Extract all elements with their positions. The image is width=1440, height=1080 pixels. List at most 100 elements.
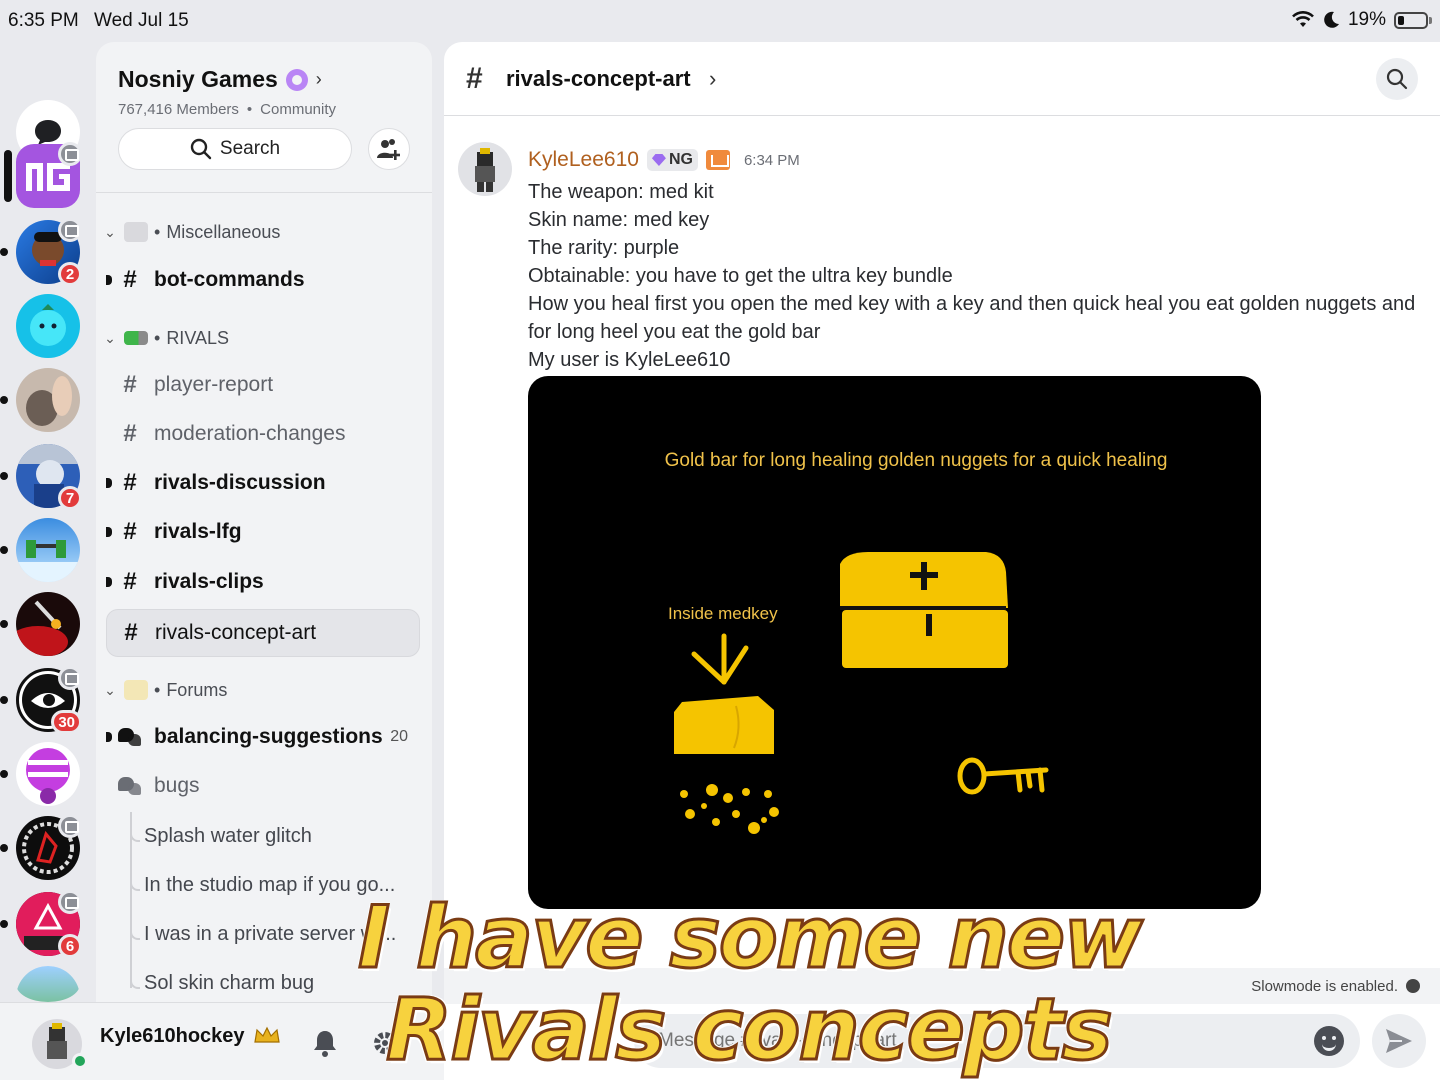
server-icon-8[interactable]: 30 bbox=[0, 666, 82, 734]
author-name[interactable]: KyleLee610 bbox=[528, 148, 639, 172]
mention-badge: 6 bbox=[58, 934, 82, 958]
channel-rivals-clips[interactable]: # rivals-clips bbox=[106, 560, 420, 604]
server-icon-3[interactable] bbox=[16, 294, 80, 358]
channel-search-button[interactable] bbox=[1376, 58, 1418, 100]
channel-moderation-changes[interactable]: # moderation-changes bbox=[106, 412, 420, 456]
thread-studio-map[interactable]: In the studio map if you go... bbox=[144, 863, 424, 907]
channel-rivals-concept-art[interactable]: # rivals-concept-art bbox=[106, 609, 420, 657]
chevron-right-icon[interactable]: › bbox=[709, 66, 716, 92]
thread-label: I was in a private server wi... bbox=[144, 922, 397, 945]
channel-rivals-lfg[interactable]: # rivals-lfg bbox=[106, 510, 420, 554]
chevron-down-icon: ⌄ bbox=[104, 329, 116, 346]
category-rivals[interactable]: ⌄ • RIVALS bbox=[102, 324, 229, 352]
thread-label: Sol skin charm bug bbox=[144, 971, 315, 994]
role-icon bbox=[705, 150, 730, 170]
guild-header[interactable]: Nosniy Games › 767,416 Members • Community bbox=[118, 66, 336, 118]
server-icon-2[interactable]: 2 bbox=[0, 218, 82, 286]
thread-splash-water-glitch[interactable]: Splash water glitch bbox=[144, 814, 424, 858]
locked-hash-icon: # bbox=[123, 568, 137, 595]
server-icon-5[interactable]: 7 bbox=[0, 444, 82, 510]
message-line: for long heel you eat the gold bar bbox=[528, 321, 821, 343]
message-input[interactable] bbox=[658, 1026, 1278, 1056]
message-composer[interactable] bbox=[634, 1014, 1360, 1068]
emoji-icon[interactable] bbox=[1314, 1026, 1344, 1056]
battery-tip bbox=[1429, 16, 1432, 24]
message-timestamp: 6:34 PM bbox=[743, 151, 800, 169]
key-drawing bbox=[957, 757, 1049, 795]
thread-count: 20 bbox=[390, 728, 408, 745]
category-miscellaneous[interactable]: ⌄ • Miscellaneous bbox=[102, 218, 280, 246]
golden-nuggets-drawing bbox=[680, 784, 779, 834]
selected-indicator bbox=[4, 150, 12, 202]
thread-sol-skin-charm-bug[interactable]: Sol skin charm bug bbox=[144, 961, 424, 1002]
main-panel: # rivals-concept-art › KyleLee610 NG 6:3… bbox=[444, 42, 1440, 1080]
forum-icon bbox=[118, 775, 142, 797]
server-icon-12[interactable] bbox=[16, 966, 80, 1002]
message-line: The weapon: med kit bbox=[528, 181, 714, 203]
mention-badge: 2 bbox=[58, 262, 82, 286]
gem-icon bbox=[651, 154, 666, 166]
channel-sidebar: Nosniy Games › 767,416 Members • Community… bbox=[96, 42, 432, 1002]
category-label: RIVALS bbox=[166, 327, 230, 348]
unread-pip bbox=[0, 844, 8, 852]
channel-label: bot-commands bbox=[154, 268, 305, 291]
crown-icon bbox=[254, 1026, 280, 1043]
guild-name: Nosniy Games bbox=[118, 66, 278, 92]
gear-icon[interactable] bbox=[372, 1029, 398, 1057]
bell-icon[interactable] bbox=[312, 1029, 338, 1057]
arrow-down-drawing bbox=[691, 633, 749, 685]
battery-icon bbox=[1394, 11, 1428, 29]
status-bar: 6:35 PM Wed Jul 15 19% bbox=[0, 0, 1440, 42]
avatar-art bbox=[26, 376, 72, 426]
search-button[interactable]: Search bbox=[118, 128, 352, 170]
server-icon-nosniy-games[interactable] bbox=[4, 142, 82, 208]
category-forums[interactable]: ⌄ • Forums bbox=[102, 676, 227, 704]
channel-bugs[interactable]: bugs bbox=[106, 764, 420, 808]
meta-dot: • bbox=[246, 101, 253, 118]
server-icon-11[interactable]: 6 bbox=[0, 890, 82, 958]
author-avatar[interactable] bbox=[458, 142, 512, 196]
server-icon-6[interactable] bbox=[0, 518, 80, 582]
server-icon-4[interactable] bbox=[0, 368, 80, 432]
invite-members-button[interactable] bbox=[368, 128, 410, 170]
channel-rivals-discussion[interactable]: # rivals-discussion bbox=[106, 461, 420, 505]
channel-balancing-suggestions[interactable]: balancing-suggestions 20 bbox=[106, 715, 420, 759]
channel-label: moderation-changes bbox=[154, 422, 346, 445]
unread-pip bbox=[0, 546, 8, 554]
message-line: How you heal first you open the med key … bbox=[528, 293, 1416, 315]
image-attachment[interactable]: Gold bar for long healing golden nuggets… bbox=[528, 376, 1261, 909]
guild-name-row[interactable]: Nosniy Games › bbox=[118, 66, 336, 93]
category-dot: • bbox=[154, 221, 161, 242]
avatar-art bbox=[26, 748, 70, 804]
unread-indicator bbox=[106, 478, 112, 488]
unread-indicator bbox=[106, 732, 112, 742]
clan-tag[interactable]: NG bbox=[646, 149, 698, 171]
thread-label: Splash water glitch bbox=[144, 824, 312, 847]
server-icon-10[interactable] bbox=[0, 814, 82, 880]
avatar-art bbox=[16, 600, 68, 656]
channel-title[interactable]: rivals-concept-art bbox=[506, 66, 691, 92]
locked-hash-icon: # bbox=[123, 266, 137, 293]
category-label: Forums bbox=[166, 679, 228, 700]
online-status-dot bbox=[72, 1053, 88, 1069]
user-name-row[interactable]: Kyle610hockey bbox=[100, 1025, 280, 1048]
mention-badge: 7 bbox=[58, 486, 82, 510]
server-icon-7[interactable] bbox=[0, 592, 80, 656]
avatar-art bbox=[30, 304, 66, 346]
moon-icon bbox=[1324, 11, 1339, 28]
channel-label: bugs bbox=[154, 774, 200, 797]
channel-player-report[interactable]: # player-report bbox=[106, 363, 420, 407]
clan-tag-label: NG bbox=[668, 151, 693, 168]
search-icon bbox=[190, 138, 212, 160]
channel-bot-commands[interactable]: # bot-commands bbox=[106, 258, 420, 302]
message-body: The weapon: med kit Skin name: med key T… bbox=[528, 178, 1428, 374]
thread-private-server[interactable]: I was in a private server wi... bbox=[144, 912, 424, 956]
channel-label: balancing-suggestions bbox=[154, 725, 383, 748]
user-name: Kyle610hockey bbox=[100, 1025, 245, 1047]
unread-pip bbox=[0, 620, 8, 628]
search-icon bbox=[1386, 68, 1408, 90]
server-icon-9[interactable] bbox=[0, 742, 80, 806]
send-button[interactable] bbox=[1372, 1014, 1426, 1068]
chat-bubble-icon bbox=[35, 120, 61, 145]
mention-badge: 30 bbox=[51, 710, 82, 734]
